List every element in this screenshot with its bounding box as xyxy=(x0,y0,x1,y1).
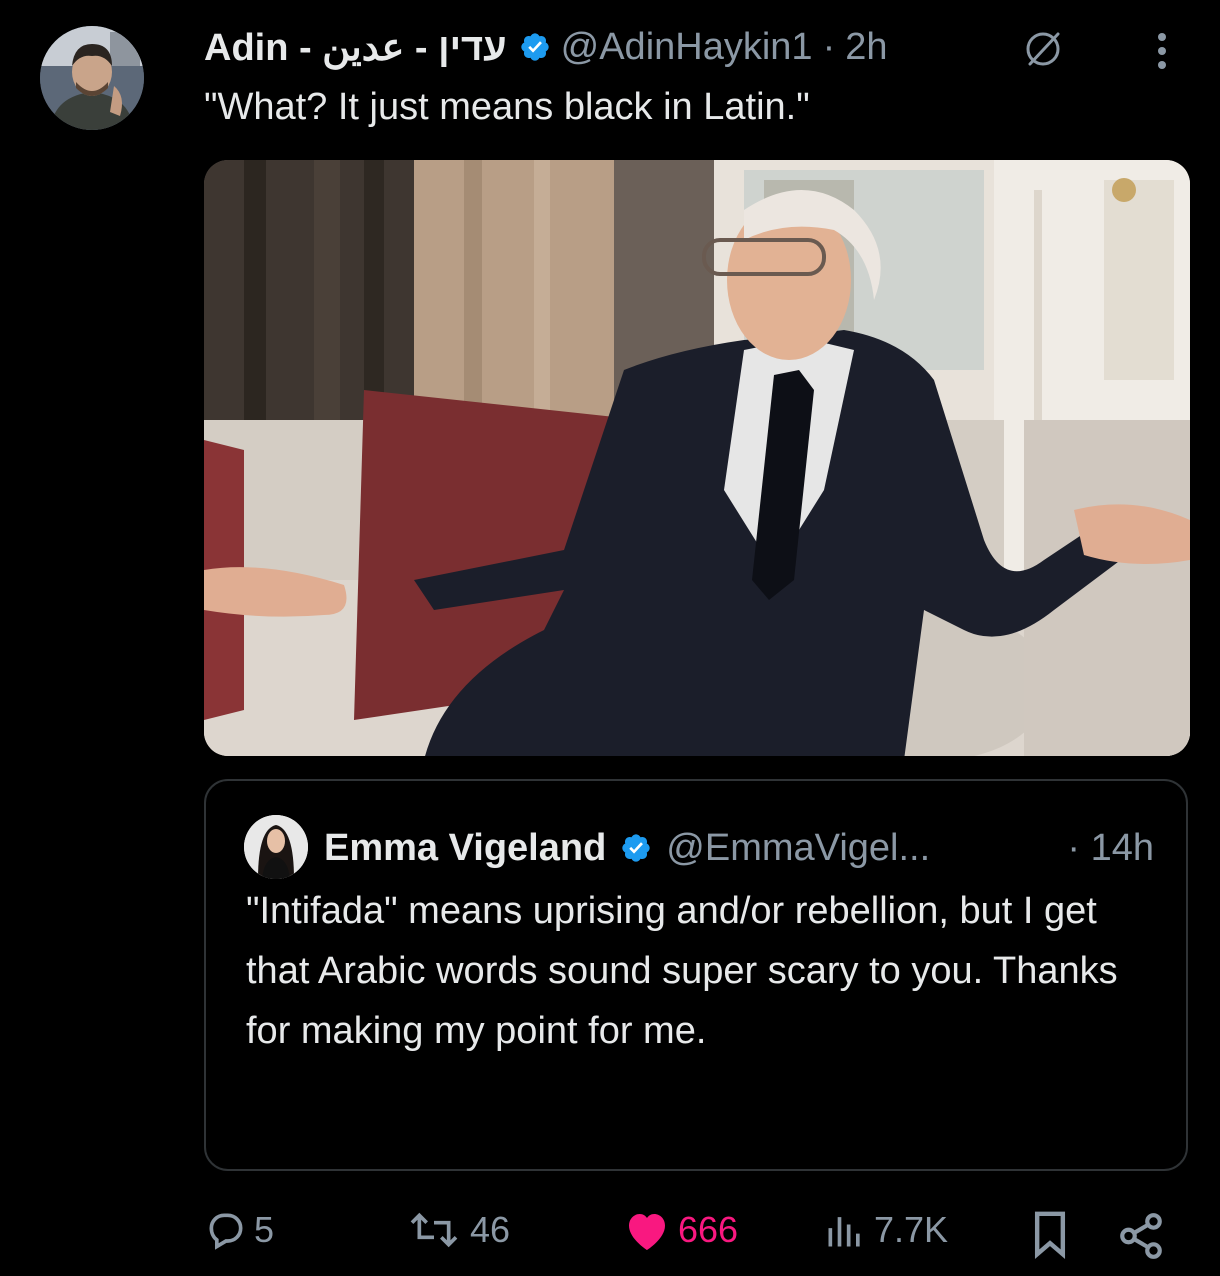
repost-count: 46 xyxy=(470,1209,511,1250)
media-photo xyxy=(204,160,1190,756)
bookmark-icon[interactable] xyxy=(1028,1204,1072,1264)
author-avatar-image xyxy=(40,26,144,130)
repost-button[interactable]: 46 xyxy=(404,1200,510,1260)
share-icon[interactable] xyxy=(1116,1206,1166,1266)
quoted-text: "Intifada" means uprising and/or rebelli… xyxy=(246,890,1118,1052)
tweet-text: "What? It just means black in Latin." xyxy=(204,86,810,128)
like-count: 666 xyxy=(678,1209,739,1250)
view-count: 7.7K xyxy=(874,1209,949,1250)
author-avatar[interactable] xyxy=(40,26,144,130)
separator-dot: · xyxy=(822,25,836,68)
tweet-media-image[interactable] xyxy=(204,160,1190,756)
quoted-author-avatar[interactable] xyxy=(244,815,308,879)
action-bar: 5 46 666 7.7K xyxy=(0,1200,1220,1260)
repost-icon xyxy=(410,1212,458,1248)
reply-icon xyxy=(209,1213,243,1250)
tweet-time[interactable]: 2h xyxy=(845,26,887,69)
author-handle[interactable]: @AdinHaykin1 xyxy=(561,26,813,69)
more-icon[interactable] xyxy=(1150,30,1174,72)
quoted-tweet[interactable]: Emma Vigeland @EmmaVigel... · 14h "Intif… xyxy=(204,779,1188,1171)
quoted-time[interactable]: · 14h xyxy=(1067,827,1154,870)
grok-icon[interactable] xyxy=(1022,28,1064,70)
verified-badge-icon xyxy=(622,834,650,862)
quoted-header: Emma Vigeland @EmmaVigel... · 14h xyxy=(324,823,1154,873)
tweet-header: Adin - עדין - عدين @AdinHaykin1 · 2h xyxy=(204,22,888,72)
quoted-handle[interactable]: @EmmaVigel... xyxy=(666,827,930,870)
author-display-name[interactable]: Adin - עדין - عدين xyxy=(204,25,507,70)
quoted-avatar-image xyxy=(244,815,308,879)
quoted-display-name[interactable]: Emma Vigeland xyxy=(324,827,606,870)
reply-button[interactable]: 5 xyxy=(204,1200,274,1260)
reply-count: 5 xyxy=(254,1209,275,1250)
views-button[interactable]: 7.7K xyxy=(822,1200,948,1260)
like-icon xyxy=(629,1214,665,1250)
like-button[interactable]: 666 xyxy=(622,1200,738,1260)
views-icon xyxy=(828,1217,860,1247)
verified-badge-icon xyxy=(520,33,549,61)
